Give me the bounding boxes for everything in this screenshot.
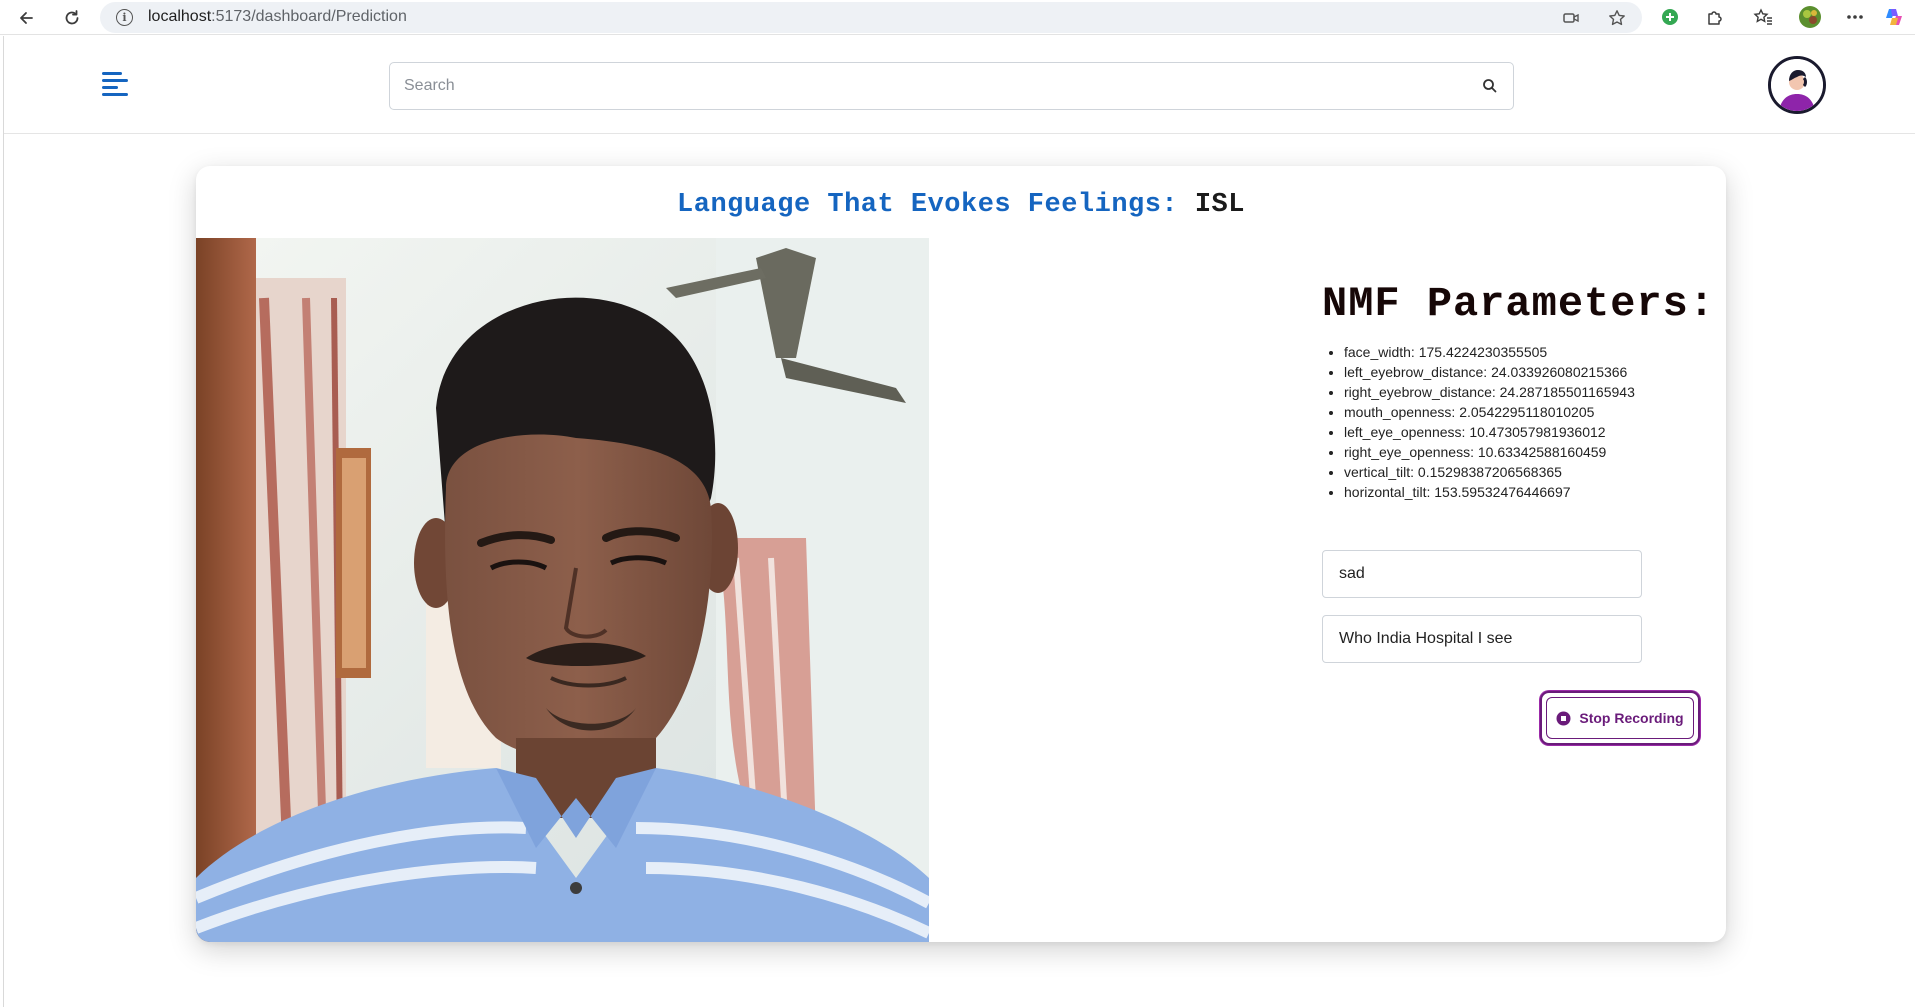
app-root: Language That Evokes Feelings: ISL: [3, 36, 1915, 1007]
page-title-main: Language That Evokes Feelings:: [677, 190, 1179, 220]
address-bar[interactable]: i localhost:5173/dashboard/Prediction: [100, 2, 1642, 33]
app-header: [4, 36, 1915, 134]
emotion-field[interactable]: [1322, 550, 1642, 598]
list-item: right_eyebrow_distance: 24.2871855011659…: [1344, 382, 1722, 402]
page-title: Language That Evokes Feelings: ISL: [196, 190, 1726, 220]
page-title-accent: ISL: [1194, 190, 1245, 220]
sentence-field[interactable]: [1322, 615, 1642, 663]
list-item: left_eyebrow_distance: 24.03392608021536…: [1344, 362, 1722, 382]
more-menu-icon[interactable]: [1843, 5, 1867, 29]
copilot-icon[interactable]: [1882, 5, 1906, 29]
webcam-feed: [196, 238, 929, 942]
favorites-icon[interactable]: [1751, 5, 1775, 29]
nmf-panel: NMF Parameters: face_width: 175.42242303…: [1322, 280, 1722, 502]
list-item: horizontal_tilt: 153.59532476446697: [1344, 482, 1722, 502]
stop-recording-button[interactable]: Stop Recording: [1540, 691, 1700, 745]
prediction-card: Language That Evokes Feelings: ISL NMF P…: [196, 166, 1726, 942]
user-avatar-icon: [1771, 59, 1823, 111]
menu-toggle-icon[interactable]: [102, 72, 130, 98]
search-icon[interactable]: [1481, 77, 1499, 95]
list-item: vertical_tilt: 0.15298387206568365: [1344, 462, 1722, 482]
site-info-icon[interactable]: i: [116, 9, 133, 26]
nmf-parameter-list: face_width: 175.4224230355505 left_eyebr…: [1344, 342, 1722, 502]
url-text: localhost:5173/dashboard/Prediction: [148, 8, 407, 25]
search-input[interactable]: [404, 63, 1464, 109]
bookmark-star-icon[interactable]: [1606, 7, 1628, 29]
extension-green-icon[interactable]: [1658, 5, 1682, 29]
stop-recording-label: Stop Recording: [1579, 710, 1684, 726]
user-avatar[interactable]: [1768, 56, 1826, 114]
profile-avatar-icon[interactable]: [1798, 5, 1822, 29]
browser-toolbar: i localhost:5173/dashboard/Prediction: [0, 0, 1915, 35]
list-item: face_width: 175.4224230355505: [1344, 342, 1722, 362]
camera-in-use-icon[interactable]: [1560, 7, 1582, 29]
search-bar: [389, 62, 1514, 110]
webcam-video-image: [196, 238, 929, 942]
reload-icon[interactable]: [58, 4, 86, 32]
stop-circle-icon: [1556, 711, 1571, 725]
extensions-puzzle-icon[interactable]: [1703, 5, 1727, 29]
back-icon[interactable]: [12, 4, 40, 32]
list-item: mouth_openness: 2.0542295118010205: [1344, 402, 1722, 422]
nmf-title: NMF Parameters:: [1322, 280, 1716, 328]
list-item: left_eye_openness: 10.473057981936012: [1344, 422, 1722, 442]
list-item: right_eye_openness: 10.63342588160459: [1344, 442, 1722, 462]
